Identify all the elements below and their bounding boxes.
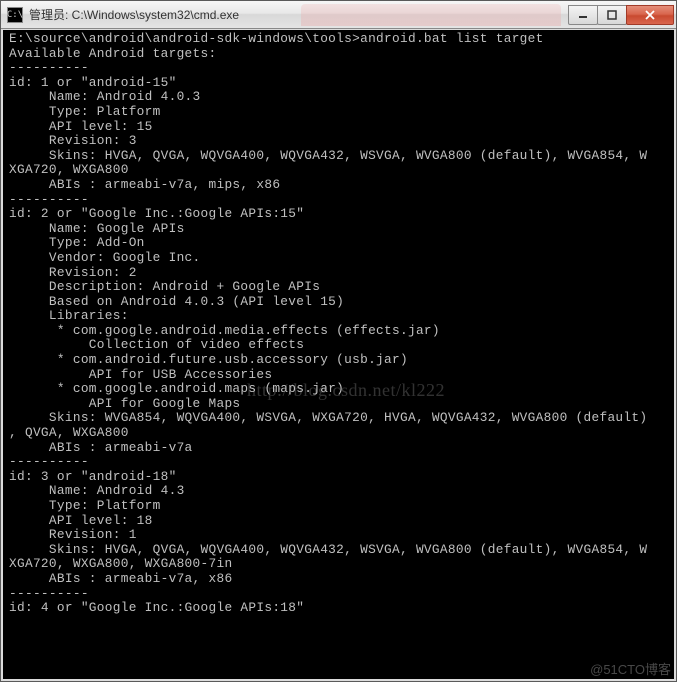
terminal-area[interactable]: E:\source\android\android-sdk-windows\to… [1, 29, 676, 681]
close-button[interactable] [626, 5, 674, 25]
cmd-icon: C:\ [7, 7, 23, 23]
close-icon [644, 10, 656, 20]
terminal-output: E:\source\android\android-sdk-windows\to… [9, 32, 668, 616]
cmd-window: C:\ 管理员: C:\Windows\system32\cmd.exe E:\… [0, 0, 677, 682]
maximize-button[interactable] [597, 5, 627, 25]
minimize-icon [578, 10, 588, 20]
window-title: 管理员: C:\Windows\system32\cmd.exe [29, 6, 239, 23]
titlebar[interactable]: C:\ 管理员: C:\Windows\system32\cmd.exe [1, 1, 676, 29]
window-controls [569, 5, 674, 25]
minimize-button[interactable] [568, 5, 598, 25]
background-tab [301, 4, 561, 26]
maximize-icon [607, 10, 617, 20]
